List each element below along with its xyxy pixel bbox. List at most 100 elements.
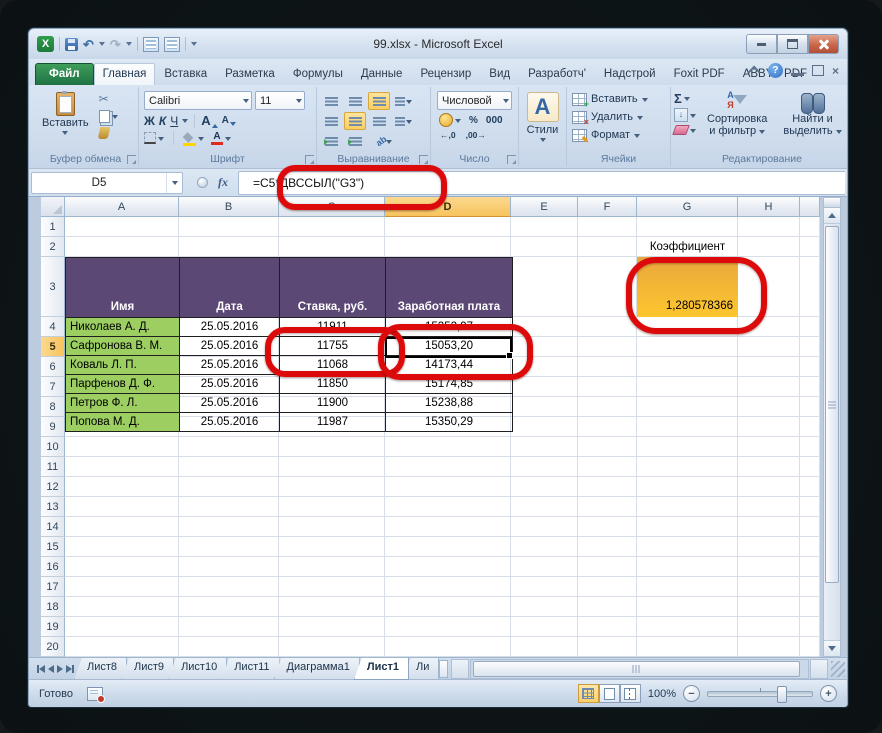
cut-button[interactable]: ✂ (99, 92, 118, 106)
ribbon-tab-foxit-pdf[interactable]: Foxit PDF (665, 63, 734, 85)
wrap-text-button[interactable] (392, 92, 414, 110)
scroll-track[interactable] (824, 224, 840, 640)
ribbon-tab-файл[interactable]: Файл (35, 63, 94, 85)
font-color-button[interactable]: А (211, 132, 231, 145)
increase-indent-button[interactable] (344, 132, 366, 150)
normal-view-button[interactable] (578, 684, 599, 703)
align-left-button[interactable] (320, 112, 342, 130)
zoom-slider-thumb[interactable] (777, 686, 787, 703)
accounting-format-button[interactable] (439, 113, 461, 127)
zoom-out-button[interactable]: − (683, 685, 700, 702)
hscroll-right-button[interactable] (810, 659, 828, 679)
restore-button[interactable] (777, 34, 808, 54)
sheet-tab-лист8[interactable]: Лист8 (74, 658, 127, 680)
macro-record-icon[interactable] (87, 687, 103, 701)
formula-input[interactable]: =C5*ДВССЫЛ("G3") (238, 171, 845, 195)
sheet-tab-лист9[interactable]: Лист9 (121, 658, 174, 680)
cell-styles-icon[interactable]: А (527, 92, 559, 122)
column-header-D[interactable]: D (385, 197, 511, 217)
fill-button[interactable]: ↓ (674, 108, 696, 122)
ribbon-tab-разработч-[interactable]: Разработч' (519, 63, 595, 85)
page-break-view-button[interactable] (620, 684, 641, 703)
table-cell[interactable]: 14173,44 (386, 356, 513, 375)
ribbon-tab-данные[interactable]: Данные (352, 63, 412, 85)
column-header-G[interactable]: G (637, 197, 738, 217)
decrease-decimal-button[interactable]: ,00→ (466, 130, 486, 140)
grow-font-button[interactable]: А (201, 113, 217, 128)
copy-button[interactable] (99, 109, 118, 123)
row-header-19[interactable]: 19 (41, 617, 65, 637)
page-layout-view-button[interactable] (599, 684, 620, 703)
table-cell[interactable]: 15252,97 (386, 318, 513, 337)
sheet-tab-лист11[interactable]: Лист11 (221, 658, 279, 680)
fill-color-button[interactable] (183, 134, 204, 143)
close-button[interactable] (808, 34, 839, 54)
help-icon[interactable]: ? (768, 63, 783, 78)
dialog-launcher-icon[interactable] (305, 155, 314, 164)
row-header-10[interactable]: 10 (41, 437, 65, 457)
workbook-restore-icon[interactable] (812, 65, 824, 76)
table-cell[interactable]: 15350,29 (386, 413, 513, 432)
table-cell[interactable]: 25.05.2016 (180, 356, 280, 375)
select-all-corner[interactable] (41, 197, 65, 217)
bold-button[interactable]: Ж (144, 114, 155, 128)
ribbon-tab-вставка[interactable]: Вставка (155, 63, 216, 85)
align-top-button[interactable] (320, 92, 342, 110)
table-header-cell[interactable]: Ставка, руб. (280, 258, 386, 318)
table-cell[interactable]: 15238,88 (386, 394, 513, 413)
row-header-8[interactable]: 8 (41, 397, 65, 417)
table-cell[interactable]: 11755 (280, 337, 386, 356)
borders-button[interactable] (144, 132, 164, 144)
align-middle-button[interactable] (344, 92, 366, 110)
row-header-15[interactable]: 15 (41, 537, 65, 557)
row-header-18[interactable]: 18 (41, 597, 65, 617)
minimize-button[interactable] (746, 34, 777, 54)
sheet-tab-лист10[interactable]: Лист10 (168, 658, 227, 680)
shrink-font-button[interactable]: А (222, 115, 236, 126)
row-header-13[interactable]: 13 (41, 497, 65, 517)
workbook-close-icon[interactable]: × (832, 65, 839, 77)
align-right-button[interactable] (368, 112, 390, 130)
table-cell[interactable]: 25.05.2016 (180, 394, 280, 413)
row-header-12[interactable]: 12 (41, 477, 65, 497)
underline-button[interactable]: Ч (170, 114, 178, 128)
sort-filter-button[interactable]: А Я Сортировка и фильтр (702, 90, 772, 138)
row-header-2[interactable]: 2 (41, 237, 65, 257)
column-header-H[interactable]: H (738, 197, 800, 217)
find-select-button[interactable]: Найти и выделить (778, 90, 846, 138)
column-header-C[interactable]: C (279, 197, 385, 217)
row-header-14[interactable]: 14 (41, 517, 65, 537)
format-painter-button[interactable] (99, 126, 118, 140)
table-cell[interactable]: Петров Ф. Л. (66, 394, 180, 413)
zoom-in-button[interactable]: + (820, 685, 837, 702)
insert-cells-button[interactable]: + Вставить (570, 90, 667, 108)
first-sheet-button[interactable] (37, 665, 45, 673)
row-header-17[interactable]: 17 (41, 577, 65, 597)
table-cell[interactable]: Николаев А. Д. (66, 318, 180, 337)
table-cell[interactable]: 25.05.2016 (180, 337, 280, 356)
column-header-A[interactable]: A (65, 197, 179, 217)
comma-style-button[interactable]: 000 (486, 115, 503, 126)
coefficient-label-cell[interactable]: Коэффициент (637, 237, 738, 257)
table-header-cell[interactable]: Заработная плата (386, 258, 513, 318)
row-header-9[interactable]: 9 (41, 417, 65, 437)
ribbon-tab-главная[interactable]: Главная (94, 63, 156, 85)
styles-button[interactable]: Стили (522, 124, 563, 136)
table-cell[interactable]: Попова М. Д. (66, 413, 180, 432)
name-box[interactable]: D5 (31, 172, 183, 194)
sheet-grid[interactable]: ABCDEFGH 1234567891011121314151617181920… (41, 197, 820, 657)
font-size-combo[interactable]: 11 (255, 91, 305, 110)
number-format-combo[interactable]: Числовой (437, 91, 512, 110)
prev-sheet-button[interactable] (48, 665, 54, 673)
align-bottom-button[interactable] (368, 92, 390, 110)
row-header-20[interactable]: 20 (41, 637, 65, 657)
formula-bar-button[interactable] (197, 177, 208, 188)
format-cells-button[interactable]: ✎ Формат (570, 126, 667, 144)
table-cell[interactable]: Сафронова В. М. (66, 337, 180, 356)
scroll-up-button[interactable] (824, 208, 840, 224)
row-header-7[interactable]: 7 (41, 377, 65, 397)
column-header-partial[interactable] (800, 197, 820, 217)
row-header-5[interactable]: 5 (41, 337, 65, 357)
decrease-indent-button[interactable] (320, 132, 342, 150)
next-sheet-button[interactable] (57, 665, 63, 673)
